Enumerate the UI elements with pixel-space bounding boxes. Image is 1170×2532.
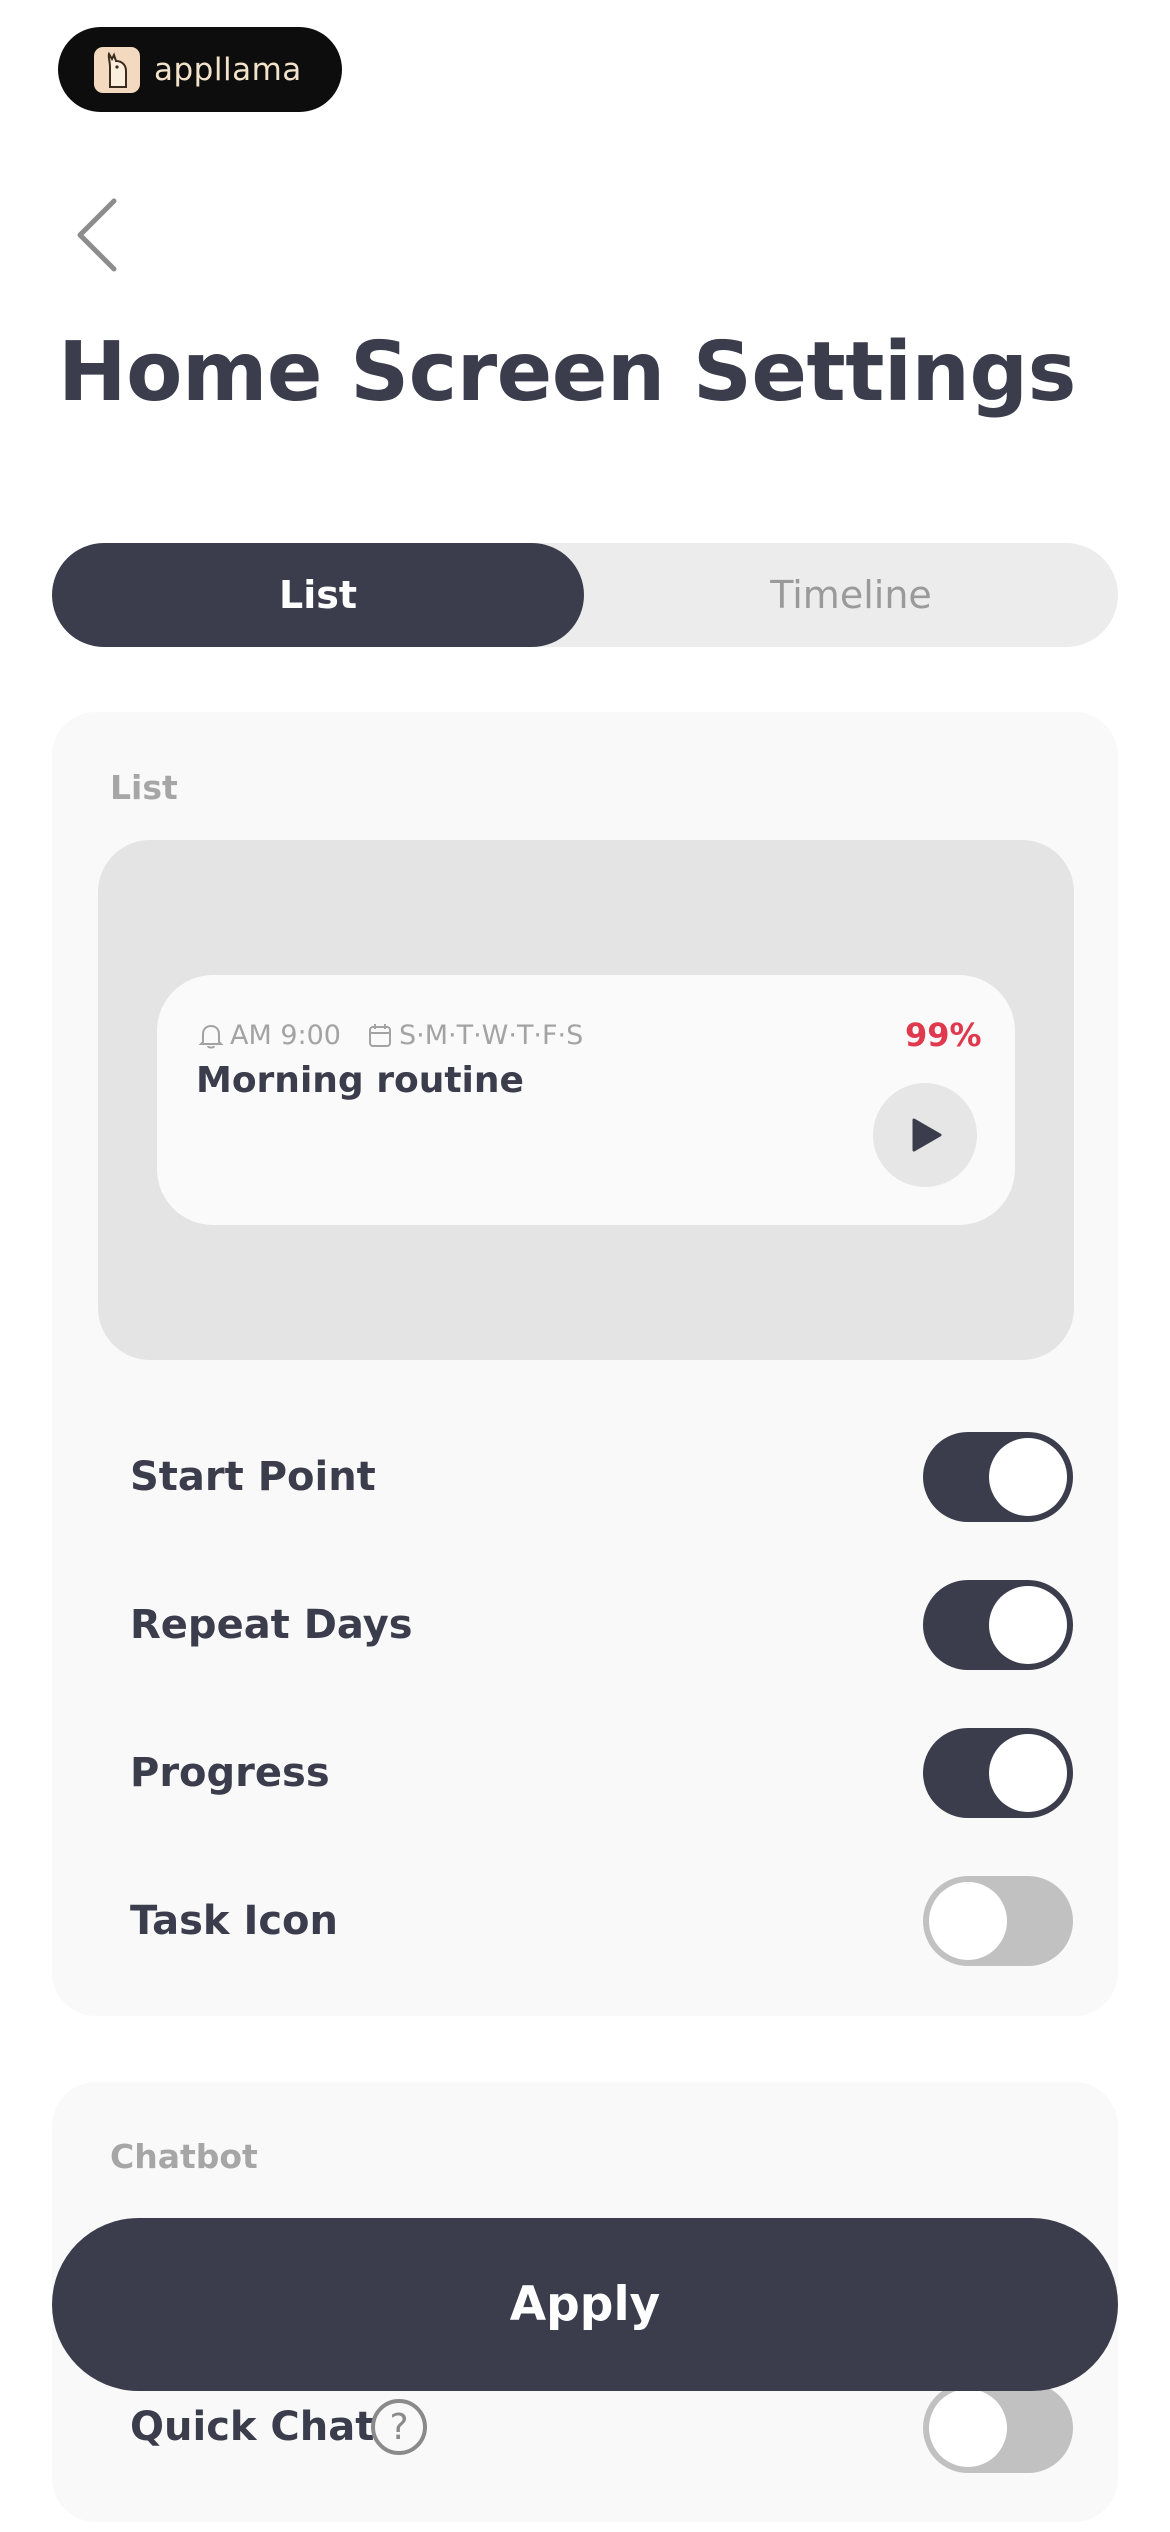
apply-button[interactable]: Apply	[52, 2218, 1118, 2391]
bell-icon	[198, 1024, 224, 1048]
tab-timeline[interactable]: Timeline	[584, 543, 1118, 647]
section-label-chatbot: Chatbot	[110, 2137, 258, 2176]
task-icon-toggle[interactable]	[923, 1876, 1073, 1966]
repeat-days-toggle[interactable]	[923, 1580, 1073, 1670]
option-label-task-icon: Task Icon	[130, 1898, 339, 1944]
toggle-knob	[989, 1586, 1067, 1664]
play-button[interactable]	[873, 1083, 977, 1187]
toggle-knob	[929, 2389, 1007, 2467]
task-repeat-days: S·M·T·W·T·F·S	[398, 1020, 584, 1051]
page-title: Home Screen Settings	[58, 325, 1076, 420]
option-label-repeat-days: Repeat Days	[130, 1602, 413, 1648]
calendar-icon	[368, 1023, 391, 1047]
view-mode-segmented-control: List Timeline	[52, 543, 1118, 647]
option-label-quick-chat: Quick Chat	[130, 2404, 375, 2450]
section-label-list: List	[110, 768, 178, 807]
task-progress: 99%	[905, 1016, 982, 1054]
task-time: AM 9:00	[230, 1020, 341, 1051]
progress-toggle[interactable]	[923, 1728, 1073, 1818]
brand-name: appllama	[154, 51, 302, 88]
toggle-knob	[989, 1734, 1067, 1812]
toggle-knob	[989, 1438, 1067, 1516]
option-label-start-point: Start Point	[130, 1454, 376, 1500]
quick-chat-toggle[interactable]	[923, 2383, 1073, 2473]
question-circle-icon[interactable]: ?	[371, 2399, 427, 2455]
start-point-toggle[interactable]	[923, 1432, 1073, 1522]
option-label-progress: Progress	[130, 1750, 330, 1796]
tab-list[interactable]: List	[52, 543, 584, 647]
brand-logo: appllama	[58, 27, 342, 112]
task-meta: AM 9:00 S·M·T·W·T·F·S	[198, 1020, 583, 1051]
back-button[interactable]	[70, 195, 130, 275]
llama-icon	[94, 46, 140, 93]
toggle-knob	[929, 1882, 1007, 1960]
play-icon	[912, 1118, 942, 1152]
task-name: Morning routine	[196, 1060, 524, 1101]
chevron-left-icon	[77, 198, 117, 272]
